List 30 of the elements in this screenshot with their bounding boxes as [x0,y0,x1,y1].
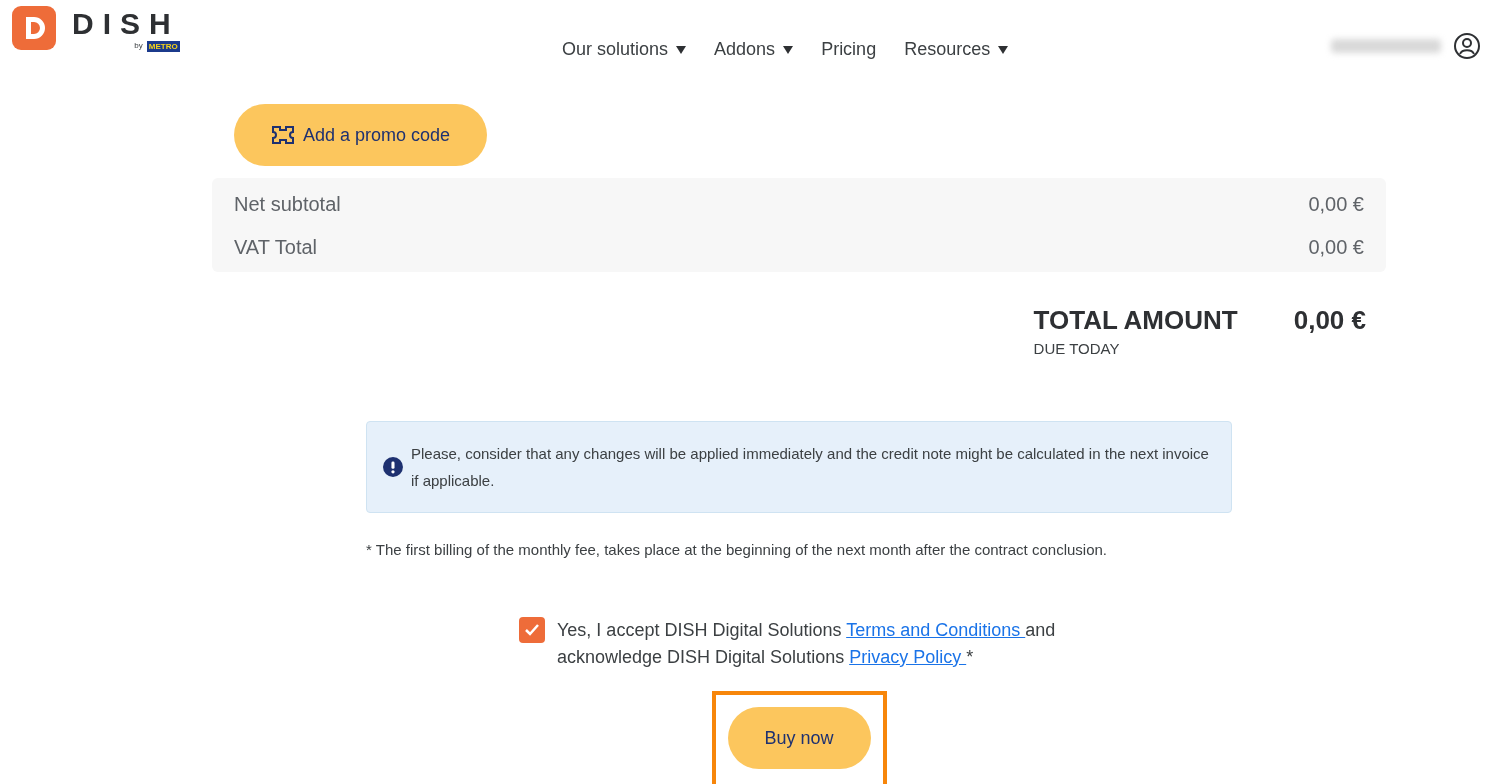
nav-link[interactable]: Our solutions [562,36,687,63]
check-icon [525,624,539,636]
consent-text: Yes, I accept DISH Digital Solutions Terms and Conditions and acknowledge DISH Digital Solutions Privacy Policy * [557,619,1057,669]
caret-icon [676,45,687,54]
logo-icon [12,6,56,50]
total-sublabel: DUE TODAY [1033,339,1121,359]
summary-label: Net subtotal [234,191,341,217]
brand-by: by [134,40,143,52]
nav-link[interactable]: Addons [714,36,794,63]
footnote-text: * The first billing of the monthly fee, takes place at the beginning of the next month after the contract conclusion. [366,539,1108,560]
privacy-link[interactable]: Privacy Policy [849,647,967,667]
promo-code-button[interactable]: Add a promo code [234,104,487,166]
caret-icon [998,45,1009,54]
nav-link[interactable]: Pricing [821,36,877,63]
summary-label: VAT Total [234,234,317,260]
notice-text: Please, consider that any changes will be applied immediately and the credit note might be calculated in the next invoice if applicable. [410,443,1210,491]
partner-badge: METRO [146,40,180,52]
summary-value: 0,00 € [1308,191,1364,217]
total-value: 0,00 € [1293,304,1366,337]
nav-link[interactable]: Resources [904,36,1009,63]
brand-name: DISH [72,6,180,42]
ticket-icon [270,125,295,145]
buy-now-button[interactable]: Buy now [727,707,871,769]
user-icon[interactable] [1453,32,1481,60]
summary-value: 0,00 € [1308,234,1364,260]
caret-icon [783,45,794,54]
exclamation-icon [383,455,403,478]
total-label: TOTAL AMOUNT [1033,304,1238,336]
consent-checkbox[interactable] [519,617,545,643]
terms-link[interactable]: Terms and Conditions [846,620,1026,640]
